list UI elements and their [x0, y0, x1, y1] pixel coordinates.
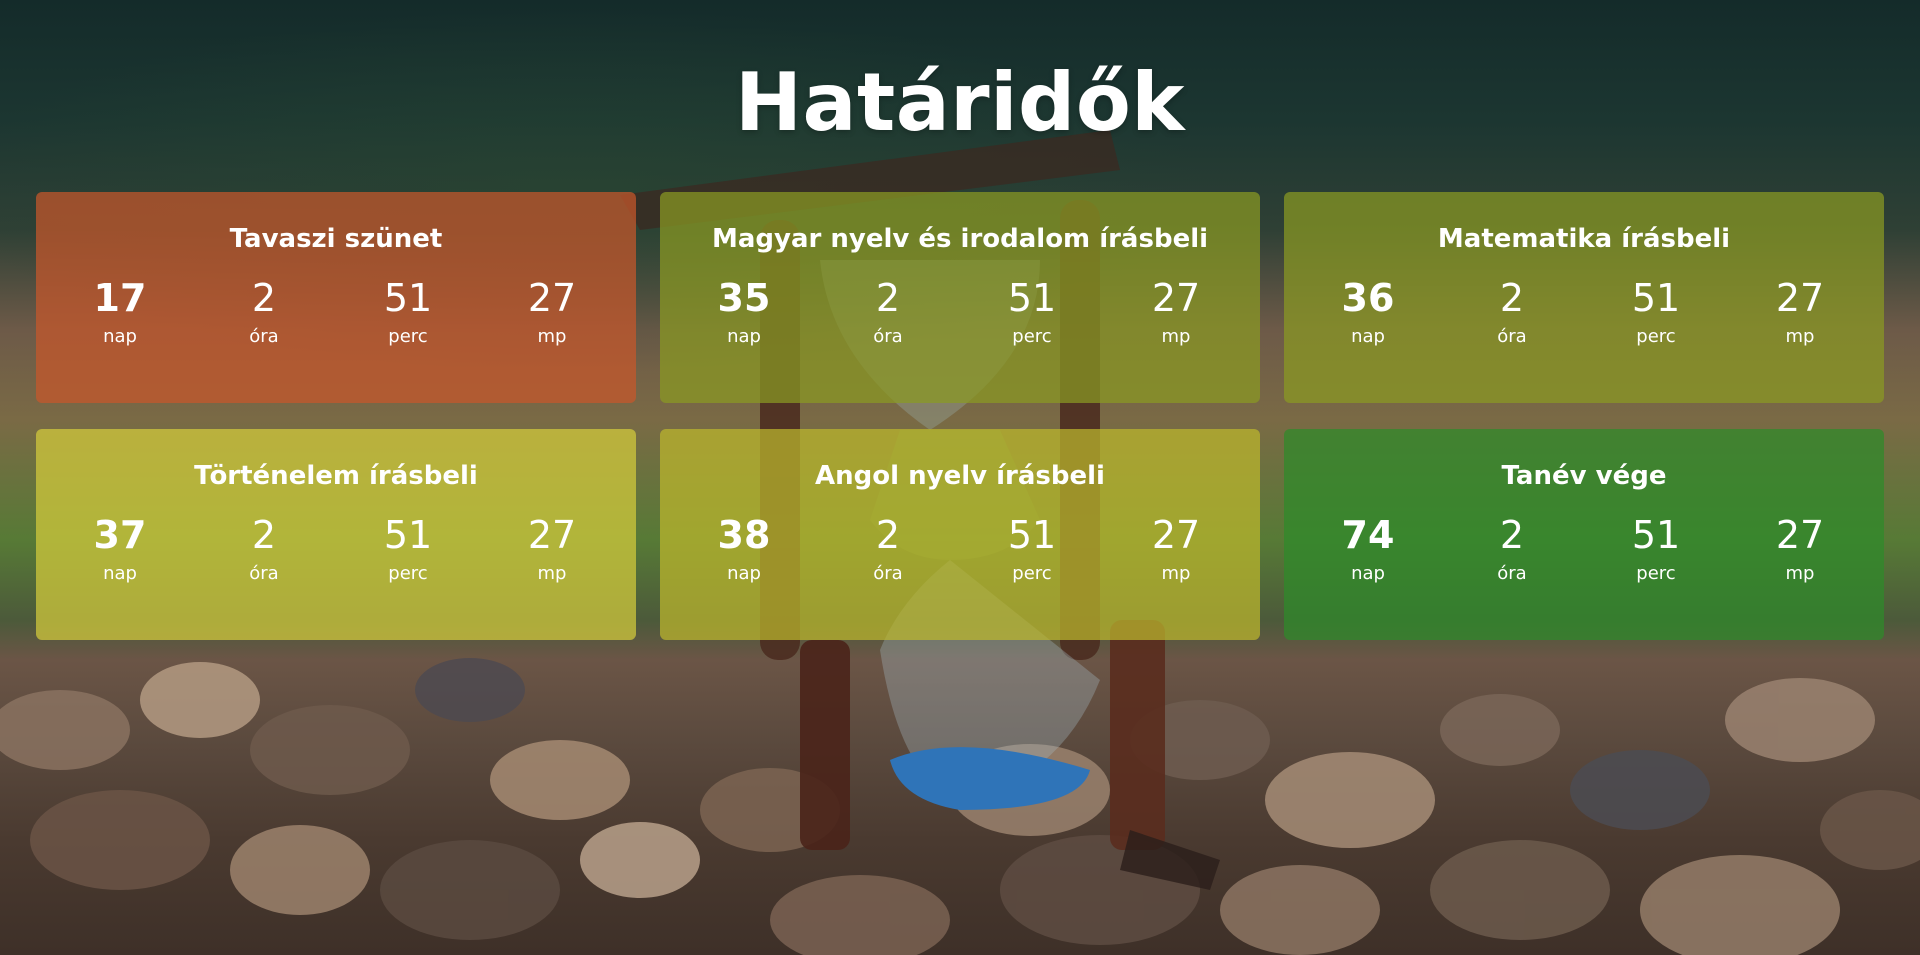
hours-label: óra: [873, 563, 903, 584]
days-unit: 35 nap: [672, 276, 816, 348]
deadline-card: Angol nyelv írásbeli 38 nap 2 óra 51 per…: [660, 429, 1260, 640]
seconds-value: 27: [1775, 513, 1825, 557]
deadline-grid: Tavaszi szünet 17 nap 2 óra 51 perc 27 m…: [36, 192, 1884, 640]
minutes-value: 51: [1007, 276, 1057, 320]
page-title: Határidők: [735, 56, 1185, 149]
minutes-unit: 51 perc: [960, 513, 1104, 585]
seconds-unit: 27 mp: [480, 513, 624, 585]
card-title: Magyar nyelv és irodalom írásbeli: [711, 224, 1209, 254]
hours-value: 2: [875, 513, 901, 557]
days-value: 74: [1341, 513, 1395, 557]
seconds-label: mp: [1161, 326, 1191, 347]
seconds-unit: 27 mp: [1104, 276, 1248, 348]
hours-label: óra: [249, 563, 279, 584]
minutes-unit: 51 perc: [336, 276, 480, 348]
hours-unit: 2 óra: [816, 513, 960, 585]
minutes-unit: 51 perc: [1584, 513, 1728, 585]
seconds-value: 27: [527, 513, 577, 557]
card-title: Matematika írásbeli: [1437, 224, 1731, 254]
minutes-label: perc: [1012, 326, 1052, 347]
hours-value: 2: [251, 276, 277, 320]
seconds-value: 27: [1775, 276, 1825, 320]
hours-label: óra: [249, 326, 279, 347]
minutes-unit: 51 perc: [960, 276, 1104, 348]
minutes-unit: 51 perc: [336, 513, 480, 585]
days-label: nap: [103, 326, 137, 347]
seconds-value: 27: [1151, 276, 1201, 320]
minutes-label: perc: [1636, 563, 1676, 584]
minutes-value: 51: [383, 276, 433, 320]
hours-unit: 2 óra: [1440, 276, 1584, 348]
minutes-label: perc: [388, 563, 428, 584]
days-label: nap: [103, 563, 137, 584]
card-title: Tavaszi szünet: [229, 224, 443, 254]
minutes-value: 51: [383, 513, 433, 557]
days-label: nap: [727, 563, 761, 584]
card-title: Angol nyelv írásbeli: [815, 461, 1105, 491]
seconds-unit: 27 mp: [1728, 513, 1872, 585]
countdown: 37 nap 2 óra 51 perc 27 mp: [36, 513, 636, 585]
countdown: 17 nap 2 óra 51 perc 27 mp: [36, 276, 636, 348]
days-value: 38: [717, 513, 771, 557]
deadline-card: Tanév vége 74 nap 2 óra 51 perc 27 mp: [1284, 429, 1884, 640]
deadline-card: Matematika írásbeli 36 nap 2 óra 51 perc…: [1284, 192, 1884, 403]
days-unit: 74 nap: [1296, 513, 1440, 585]
days-value: 36: [1341, 276, 1395, 320]
days-value: 35: [717, 276, 771, 320]
deadline-card: Magyar nyelv és irodalom írásbeli 35 nap…: [660, 192, 1260, 403]
seconds-unit: 27 mp: [1104, 513, 1248, 585]
hours-label: óra: [1497, 326, 1527, 347]
days-unit: 36 nap: [1296, 276, 1440, 348]
days-unit: 17 nap: [48, 276, 192, 348]
minutes-label: perc: [1012, 563, 1052, 584]
minutes-value: 51: [1631, 276, 1681, 320]
days-value: 37: [93, 513, 147, 557]
countdown: 35 nap 2 óra 51 perc 27 mp: [660, 276, 1260, 348]
hours-value: 2: [251, 513, 277, 557]
minutes-label: perc: [388, 326, 428, 347]
seconds-unit: 27 mp: [1728, 276, 1872, 348]
seconds-label: mp: [1785, 563, 1815, 584]
countdown: 74 nap 2 óra 51 perc 27 mp: [1284, 513, 1884, 585]
days-label: nap: [1351, 563, 1385, 584]
seconds-value: 27: [527, 276, 577, 320]
hours-label: óra: [873, 326, 903, 347]
seconds-label: mp: [537, 326, 567, 347]
minutes-unit: 51 perc: [1584, 276, 1728, 348]
hours-unit: 2 óra: [816, 276, 960, 348]
days-value: 17: [93, 276, 147, 320]
days-label: nap: [727, 326, 761, 347]
days-unit: 37 nap: [48, 513, 192, 585]
hours-value: 2: [875, 276, 901, 320]
seconds-value: 27: [1151, 513, 1201, 557]
seconds-label: mp: [1161, 563, 1191, 584]
seconds-label: mp: [1785, 326, 1815, 347]
hours-value: 2: [1499, 276, 1525, 320]
card-title: Tanév vége: [1501, 461, 1667, 491]
countdown: 36 nap 2 óra 51 perc 27 mp: [1284, 276, 1884, 348]
seconds-label: mp: [537, 563, 567, 584]
countdown: 38 nap 2 óra 51 perc 27 mp: [660, 513, 1260, 585]
hours-value: 2: [1499, 513, 1525, 557]
minutes-label: perc: [1636, 326, 1676, 347]
hours-label: óra: [1497, 563, 1527, 584]
deadline-card: Tavaszi szünet 17 nap 2 óra 51 perc 27 m…: [36, 192, 636, 403]
hours-unit: 2 óra: [192, 513, 336, 585]
deadline-card: Történelem írásbeli 37 nap 2 óra 51 perc…: [36, 429, 636, 640]
card-title: Történelem írásbeli: [194, 461, 478, 491]
minutes-value: 51: [1631, 513, 1681, 557]
days-label: nap: [1351, 326, 1385, 347]
hours-unit: 2 óra: [192, 276, 336, 348]
minutes-value: 51: [1007, 513, 1057, 557]
days-unit: 38 nap: [672, 513, 816, 585]
hours-unit: 2 óra: [1440, 513, 1584, 585]
seconds-unit: 27 mp: [480, 276, 624, 348]
